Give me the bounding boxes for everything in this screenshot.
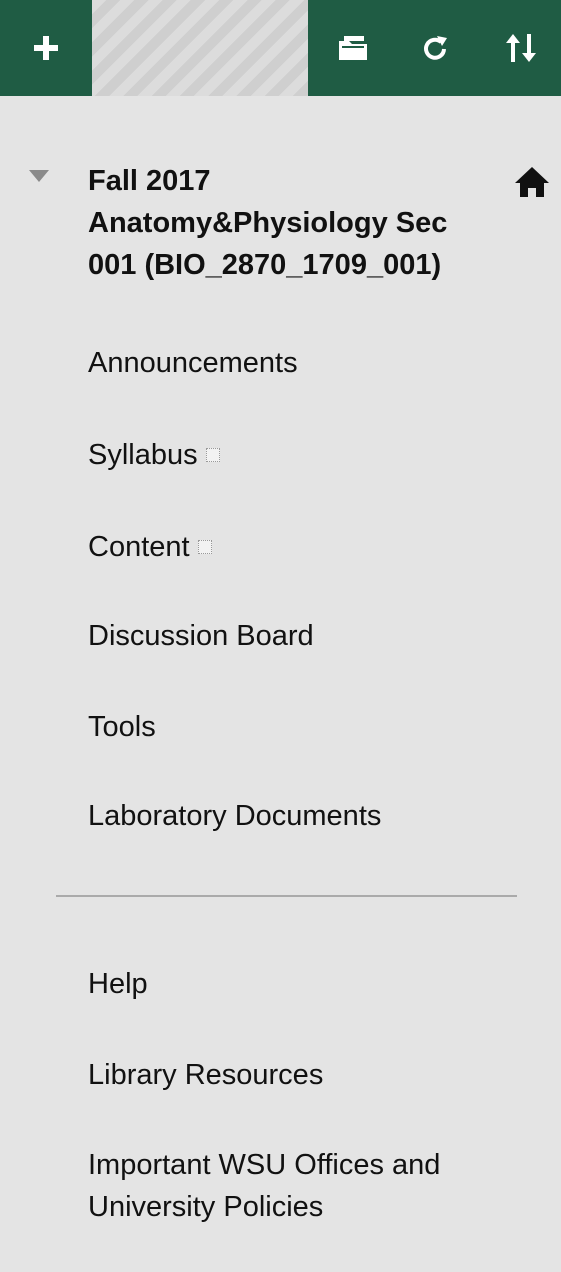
menu-item-important-offices[interactable]: Important WSU Offices and University Pol… bbox=[88, 1144, 528, 1228]
menu-item-announcements[interactable]: Announcements bbox=[88, 345, 298, 381]
menu-item-syllabus[interactable]: Syllabus bbox=[88, 437, 220, 473]
menu-item-library-resources[interactable]: Library Resources bbox=[88, 1057, 323, 1093]
course-header: Fall 2017 Anatomy&Physiology Sec 001 (BI… bbox=[28, 160, 561, 310]
menu-item-label: Library Resources bbox=[88, 1059, 324, 1091]
menu-item-discussion-board[interactable]: Discussion Board bbox=[88, 618, 314, 654]
menu-item-help[interactable]: Help bbox=[88, 966, 148, 1002]
menu-item-label: Tools bbox=[88, 711, 156, 743]
add-menu-item-button[interactable] bbox=[0, 0, 92, 96]
folder-icon bbox=[339, 36, 367, 60]
course-title[interactable]: Fall 2017 Anatomy&Physiology Sec 001 (BI… bbox=[88, 160, 518, 286]
sort-icon bbox=[505, 34, 536, 62]
toolbar-spacer bbox=[92, 0, 308, 96]
empty-content-icon bbox=[205, 448, 220, 462]
menu-item-tools[interactable]: Tools bbox=[88, 709, 156, 745]
plus-icon bbox=[34, 36, 58, 60]
menu-item-label: Help bbox=[88, 968, 148, 1000]
empty-content-icon bbox=[197, 540, 212, 554]
menu-item-label: Announcements bbox=[88, 347, 298, 379]
menu-item-label: Content bbox=[88, 531, 190, 563]
course-menu-toolbar bbox=[0, 0, 561, 96]
refresh-icon bbox=[424, 36, 447, 60]
menu-item-content[interactable]: Content bbox=[88, 529, 212, 565]
menu-item-label: Syllabus bbox=[88, 439, 198, 471]
menu-item-label: Laboratory Documents bbox=[88, 800, 382, 832]
menu-item-label: Important WSU Offices and University Pol… bbox=[88, 1149, 441, 1223]
triangle-down-icon[interactable] bbox=[28, 168, 50, 184]
home-icon[interactable] bbox=[512, 164, 552, 200]
menu-item-laboratory-documents[interactable]: Laboratory Documents bbox=[88, 798, 381, 834]
menu-divider bbox=[56, 895, 517, 897]
reorder-button[interactable] bbox=[480, 0, 561, 96]
refresh-button[interactable] bbox=[400, 0, 470, 96]
menu-item-label: Discussion Board bbox=[88, 620, 314, 652]
folder-view-button[interactable] bbox=[318, 0, 388, 96]
